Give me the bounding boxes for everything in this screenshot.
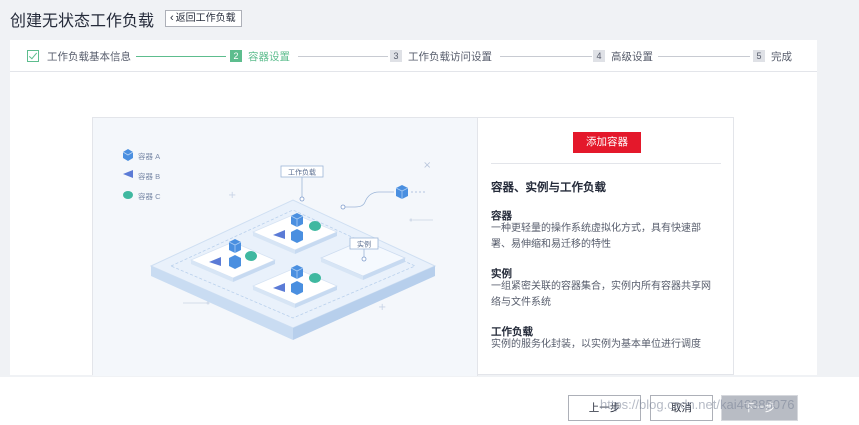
legend-container-c: 容器 C: [123, 191, 161, 201]
chevron-left-icon: ‹: [170, 12, 174, 24]
section-desc-workload: 实例的服务化封装，以实例为基本单位进行调度: [491, 339, 701, 350]
wizard-card: 工作负载基本信息 2 容器设置 3 工作负载访问设置 4 高级设置 5 完成 容…: [10, 40, 817, 376]
info-panel: 添加容器 容器、实例与工作负载 容器 一种更轻量的操作系统虚拟化方式，具有快速部…: [479, 118, 734, 376]
workload-label: 工作负载: [288, 168, 316, 177]
info-title: 容器、实例与工作负载: [491, 182, 606, 194]
step-label: 完成: [771, 50, 792, 63]
container-intro-panel: 容器 A 容器 B 容器 C × + + 工作负载 实例 添加容器 容器、实例与…: [92, 117, 734, 376]
previous-step-button[interactable]: 上一步: [568, 395, 641, 421]
svg-text:+: +: [228, 190, 236, 201]
isometric-illustration: 容器 A 容器 B 容器 C × + + 工作负载 实例: [122, 149, 437, 340]
legend-container-b: 容器 B: [123, 170, 160, 181]
add-container-button[interactable]: 添加容器: [573, 132, 641, 153]
step-advanced-settings[interactable]: 4 高级设置: [593, 48, 653, 64]
checkbox-check-icon: [27, 50, 39, 62]
step-number: 2: [230, 50, 242, 62]
step-container-settings[interactable]: 2 容器设置: [230, 48, 290, 64]
step-label: 工作负载基本信息: [47, 50, 131, 63]
floating-container: [340, 185, 425, 210]
next-step-button[interactable]: 下一步: [721, 395, 798, 421]
step-connector: [658, 56, 750, 57]
svg-text:+: +: [378, 302, 386, 313]
step-complete[interactable]: 5 完成: [753, 48, 792, 64]
page-header: 创建无状态工作负载 ‹ 返回工作负载: [0, 0, 859, 38]
legend-label: 容器 C: [138, 191, 161, 201]
back-button-label: 返回工作负载: [175, 13, 236, 24]
footer-bar: 上一步 取消 下一步: [0, 377, 859, 425]
instance-label: 实例: [357, 240, 371, 249]
svg-text:×: ×: [423, 160, 431, 171]
step-number: 5: [753, 50, 765, 62]
cancel-button[interactable]: 取消: [650, 395, 713, 421]
step-number: 3: [390, 50, 402, 62]
legend-label: 容器 B: [138, 171, 160, 181]
step-basic-info[interactable]: 工作负载基本信息: [27, 48, 131, 64]
wizard-steps: 工作负载基本信息 2 容器设置 3 工作负载访问设置 4 高级设置 5 完成: [10, 40, 817, 72]
section-desc-instance: 一组紧密关联的容器集合，实例内所有容器共享网络与文件系统: [491, 281, 711, 308]
step-label: 高级设置: [611, 50, 653, 63]
step-connector: [500, 56, 592, 57]
legend-label: 容器 A: [138, 151, 160, 161]
step-connector: [298, 56, 388, 57]
page-title: 创建无状态工作负载: [10, 13, 155, 30]
workload-callout: 工作负载: [280, 165, 324, 202]
legend-container-a: 容器 A: [122, 149, 160, 161]
step-access-settings[interactable]: 3 工作负载访问设置: [390, 48, 492, 64]
step-connector: [136, 56, 226, 57]
step-label: 工作负载访问设置: [408, 50, 492, 63]
back-to-workloads-button[interactable]: ‹ 返回工作负载: [165, 10, 242, 27]
step-label: 容器设置: [248, 50, 290, 63]
workload-illustration: 容器 A 容器 B 容器 C × + + 工作负载 实例: [93, 118, 478, 376]
step-number: 4: [593, 50, 605, 62]
section-desc-container: 一种更轻量的操作系统虚拟化方式，具有快速部署、易伸缩和易迁移的特性: [491, 223, 701, 250]
divider: [491, 163, 721, 164]
